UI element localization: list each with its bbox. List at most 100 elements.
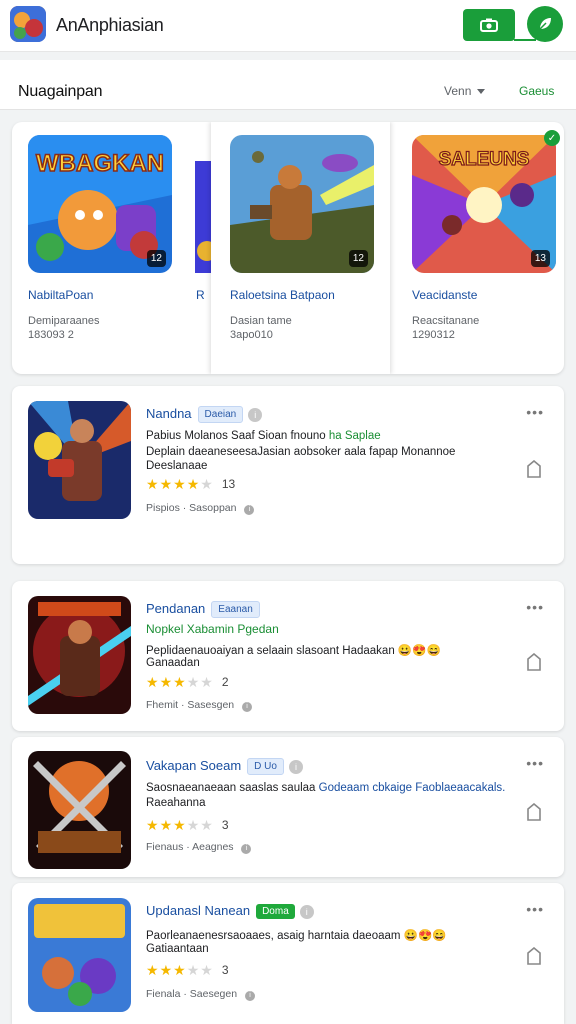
description-line: Ganaadan [146, 657, 200, 669]
description-line: Raeahanna [146, 797, 206, 809]
star-icon: ★ [159, 674, 173, 690]
description-link[interactable]: Faoblaeaacakals. [415, 782, 505, 794]
list-item[interactable]: Vakapan Soeam D Uo i Saosnaeanaeaan saasla… [12, 737, 564, 877]
sort-label: Venn [444, 84, 472, 98]
description-line: Pabius Molanos Saaf Sioan fnouno ha Sapl… [146, 430, 381, 442]
game-thumbnail[interactable] [28, 898, 131, 1012]
sort-dropdown[interactable]: Venn [444, 84, 486, 98]
bookmark-icon[interactable] [526, 803, 542, 821]
star-icon: ★ [159, 476, 173, 492]
thumbnail-art-text: WBAGKAN [36, 150, 164, 177]
game-title-row: Vakapan Soeam D Uo i [146, 758, 303, 775]
game-title[interactable]: Vakapan Soeam [146, 758, 241, 773]
info-icon[interactable]: i [241, 844, 252, 854]
game-meta-count: 3apo010 [230, 329, 273, 341]
rating-count: 13 [221, 477, 236, 491]
star-icon: ★ [200, 476, 213, 492]
game-thumbnail[interactable] [28, 751, 131, 869]
category-tag[interactable]: Doma [256, 904, 295, 919]
description-line: Peplidaenauoaiyan a selaain slasoant Had… [146, 645, 441, 657]
bookmark-icon[interactable] [526, 653, 542, 671]
description-highlight: ha Saplae [328, 430, 381, 442]
bookmark-icon[interactable] [526, 947, 542, 965]
info-icon[interactable]: i [244, 505, 255, 515]
game-title[interactable]: Raloetsina Batpaon [230, 288, 335, 302]
star-icon: ★ [146, 674, 159, 690]
star-icon: ★ [146, 962, 159, 978]
game-meta-count: 1290312 [412, 329, 455, 341]
star-icon: ★ [200, 817, 213, 833]
section-title: Nuagainpan [18, 83, 103, 100]
bookmark-icon[interactable] [526, 460, 542, 478]
game-thumbnail[interactable] [28, 401, 131, 519]
description-line: Paorleanaenesrsaoaaes, asaig harntaia da… [146, 930, 447, 942]
list-item[interactable]: Nandna Daeian i Pabius Molanos Saaf Sioan … [12, 386, 564, 564]
star-rating: ★ ★ ★ ★ ★ 3 [146, 963, 229, 977]
game-subtitle: Nopkel Xabamin Pgedan [146, 622, 279, 636]
game-title-row: Updanasl Nanean Doma i [146, 903, 314, 919]
list-item[interactable]: Pendanan Eaanan Nopkel Xabamin Pgedan Pep… [12, 581, 564, 731]
info-icon[interactable]: i [244, 991, 255, 1001]
list-item[interactable]: Updanasl Nanean Doma i Paorleanaenesrsaoaa… [12, 883, 564, 1024]
camera-button[interactable] [463, 9, 515, 41]
game-title[interactable]: Veacidanste [412, 288, 477, 302]
more-options-button[interactable]: ••• [526, 755, 544, 771]
more-options-button[interactable]: ••• [526, 404, 544, 420]
game-thumbnail[interactable]: 12 [230, 135, 374, 273]
game-meta: Demiparaanes [28, 315, 100, 327]
app-logo[interactable] [10, 6, 46, 42]
description-line: Deeslanaae [146, 460, 208, 472]
header-link[interactable]: Gaeus [519, 84, 554, 98]
game-title[interactable]: Pendanan [146, 601, 205, 616]
leaf-icon [539, 18, 551, 30]
game-title[interactable]: Updanasl Nanean [146, 903, 250, 918]
game-title[interactable]: Nandna [146, 406, 192, 421]
rating-count: 3 [221, 963, 229, 977]
info-icon[interactable]: i [288, 760, 303, 774]
info-icon[interactable]: i [299, 905, 314, 919]
thumbnail-art-text: SALEUNS [439, 149, 530, 170]
game-footer: Fienala · Saesegen i [146, 988, 255, 1001]
info-icon[interactable]: i [242, 702, 253, 712]
featured-card[interactable]: WBAGKAN 12 NabiltaPoan Demiparaanes 1830… [12, 122, 197, 374]
star-icon: ★ [186, 476, 200, 492]
button-underline [514, 39, 536, 41]
more-options-button[interactable]: ••• [526, 599, 544, 615]
star-icon: ★ [159, 817, 173, 833]
more-options-button[interactable]: ••• [526, 901, 544, 917]
description-text: Pabius Molanos Saaf Sioan fnouno [146, 430, 326, 442]
camera-icon [480, 18, 498, 32]
game-thumbnail[interactable] [28, 596, 131, 714]
description-line: Saosnaeanaeaan saaslas saulaa Godeaam cb… [146, 782, 506, 794]
description-link[interactable]: Godeaam cbkaige [319, 782, 412, 794]
star-icon: ★ [146, 817, 159, 833]
star-icon: ★ [146, 476, 159, 492]
star-icon: ★ [186, 817, 200, 833]
star-icon: ★ [186, 962, 200, 978]
game-title[interactable]: NabiltaPoan [28, 288, 93, 302]
game-meta: Dasian tame [230, 315, 292, 327]
star-icon: ★ [173, 476, 186, 492]
game-meta-count: 183093 2 [28, 329, 74, 341]
app-bar: AnAnphiasian [0, 0, 576, 52]
category-tag[interactable]: D Uo [247, 758, 284, 775]
star-icon: ★ [159, 962, 173, 978]
category-tag[interactable]: Eaanan [211, 601, 260, 618]
featured-card[interactable]: 12 Raloetsina Batpaon Dasian tame 3apo01… [211, 122, 390, 374]
star-rating: ★ ★ ★ ★ ★ 13 [146, 477, 235, 491]
age-badge: 12 [348, 250, 368, 267]
game-thumbnail[interactable]: SALEUNS 13 [412, 135, 556, 273]
peek-title: R [196, 288, 205, 302]
featured-card[interactable]: SALEUNS 13 ✓ Veacidanste Reacsitanane 12… [396, 122, 564, 374]
game-meta: Reacsitanane [412, 315, 480, 327]
star-icon: ★ [200, 962, 213, 978]
featured-carousel[interactable]: WBAGKAN 12 NabiltaPoan Demiparaanes 1830… [12, 122, 564, 374]
section-header: Nuagainpan Venn Gaeus [0, 60, 576, 110]
game-thumbnail[interactable]: WBAGKAN 12 [28, 135, 172, 273]
leaf-button[interactable] [527, 6, 563, 42]
game-title-row: Nandna Daeian i [146, 406, 263, 423]
description-line: Deplain daeaneseesaJasian aobsoker aala … [146, 446, 456, 458]
category-tag[interactable]: Daeian [197, 406, 244, 423]
rating-count: 3 [221, 818, 229, 832]
info-icon[interactable]: i [248, 408, 263, 422]
